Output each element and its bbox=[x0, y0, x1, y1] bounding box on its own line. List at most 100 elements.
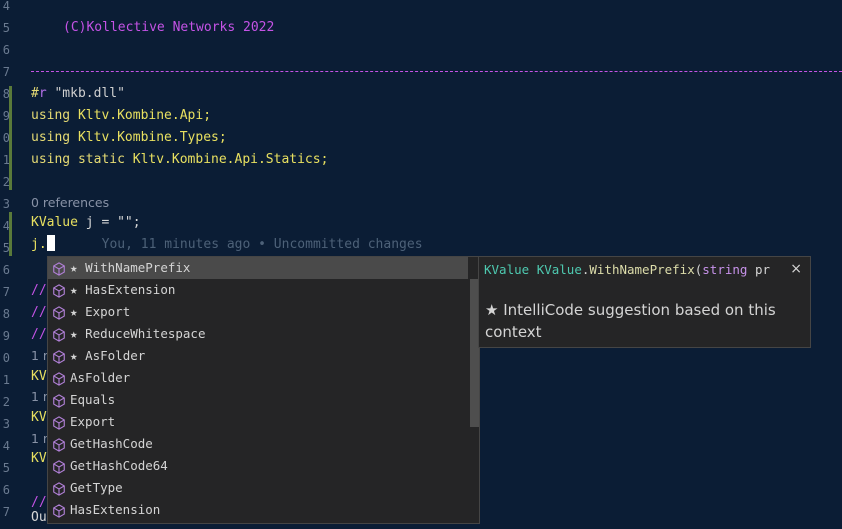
intellicode-star-icon: ★ bbox=[70, 348, 86, 363]
suggestion-item[interactable]: GetHashCode64 bbox=[48, 455, 468, 477]
suggestion-text: Export bbox=[85, 304, 131, 319]
suggestion-item[interactable]: Equals bbox=[48, 389, 468, 411]
method-cube-icon bbox=[52, 283, 66, 298]
suggestion-label: GetHashCode64 bbox=[70, 455, 168, 477]
current-line[interactable]: j. You, 11 minutes ago • Uncommitted cha… bbox=[31, 234, 423, 256]
suggestion-item[interactable]: GetType bbox=[48, 477, 468, 499]
suggestion-item[interactable]: ★ ReduceWhitespace bbox=[48, 323, 468, 345]
suggestion-text: GetHashCode bbox=[70, 436, 153, 451]
suggestion-text: GetType bbox=[70, 480, 123, 495]
suggestion-text: AsFolder bbox=[70, 370, 131, 385]
using-line-3[interactable]: using static Kltv.Kombine.Api.Statics; bbox=[31, 149, 328, 171]
line-number: 6 bbox=[2, 483, 10, 497]
method-signature: KValue KValue.WithNamePrefix(string pr bbox=[484, 262, 789, 277]
hidden-code-fragment: 1 r bbox=[31, 389, 49, 404]
line-number: 7 bbox=[2, 505, 10, 519]
codelens-references[interactable]: 0 references bbox=[31, 192, 109, 214]
copyright-comment: (C)Kollective Networks 2022 bbox=[63, 20, 275, 35]
suggestion-details: KValue KValue.WithNamePrefix(string pr ×… bbox=[478, 256, 811, 348]
suggestion-item[interactable]: GetHashCode bbox=[48, 433, 468, 455]
suggestion-text: Export bbox=[70, 414, 116, 429]
using-keyword: using bbox=[31, 130, 71, 145]
git-blame-annotation: You, 11 minutes ago • Uncommitted change… bbox=[101, 237, 423, 252]
line-number: 6 bbox=[2, 263, 10, 277]
suggestion-label: GetHashCode bbox=[70, 433, 153, 455]
intellicode-star-icon: ★ bbox=[70, 326, 86, 341]
suggestion-label: ★ HasExtension bbox=[70, 279, 175, 301]
suggestion-text: WithNamePrefix bbox=[85, 260, 191, 275]
line-number: 7 bbox=[2, 65, 10, 79]
line-number: 0 bbox=[2, 351, 10, 365]
sig-class: KValue bbox=[536, 262, 582, 277]
suggestion-list[interactable]: ★ WithNamePrefix ★ HasExtension ★ Export ★ … bbox=[47, 256, 480, 524]
sig-return-type: KValue bbox=[484, 262, 530, 277]
method-cube-icon bbox=[52, 261, 66, 276]
method-cube-icon bbox=[52, 459, 66, 474]
suggestion-label: HasExtension bbox=[70, 499, 160, 521]
sig-method: WithNamePrefix bbox=[589, 262, 695, 277]
namespace: Kltv.Kombine.Types; bbox=[77, 130, 227, 145]
suggestion-item[interactable]: AsFolder bbox=[48, 367, 468, 389]
current-line-text: j. bbox=[31, 237, 47, 252]
line-number: 3 bbox=[2, 417, 10, 431]
line-number: 5 bbox=[2, 21, 10, 35]
intellicode-star-icon: ★ bbox=[70, 282, 86, 297]
decl-rest: j = ""; bbox=[77, 215, 141, 230]
using-line-1[interactable]: using Kltv.Kombine.Api; bbox=[31, 105, 211, 127]
suggestion-text: HasExtension bbox=[70, 502, 161, 517]
suggestion-label: GetType bbox=[70, 477, 123, 499]
git-change-bar bbox=[9, 212, 12, 256]
suggestion-text: Equals bbox=[70, 392, 116, 407]
using-line-2[interactable]: using Kltv.Kombine.Types; bbox=[31, 127, 227, 149]
line-number: 9 bbox=[2, 329, 10, 343]
line-number: 4 bbox=[2, 0, 10, 13]
hidden-code-fragment: // bbox=[31, 305, 47, 320]
reference-directive[interactable]: #r "mkb.dll" bbox=[31, 83, 125, 105]
suggestion-label: ★ WithNamePrefix bbox=[70, 257, 190, 279]
suggestion-text: GetHashCode64 bbox=[70, 458, 168, 473]
intellicode-description: ★ IntelliCode suggestion based on this c… bbox=[485, 301, 776, 341]
line-number: 2 bbox=[2, 395, 10, 409]
git-change-bar bbox=[9, 86, 12, 190]
method-cube-icon bbox=[52, 305, 66, 320]
suggestion-text: ReduceWhitespace bbox=[85, 326, 206, 341]
method-cube-icon bbox=[52, 503, 66, 518]
hidden-code-fragment: // bbox=[31, 283, 47, 298]
suggestion-label: ★ ReduceWhitespace bbox=[70, 323, 205, 345]
decl-type: KValue bbox=[31, 215, 78, 230]
suggestion-text: AsFolder bbox=[85, 348, 146, 363]
sig-param-type: string bbox=[702, 262, 748, 277]
suggestion-label: AsFolder bbox=[70, 367, 130, 389]
method-cube-icon bbox=[52, 393, 66, 408]
using-static-keyword: using static bbox=[31, 152, 125, 167]
close-icon[interactable]: × bbox=[790, 261, 802, 277]
text-cursor bbox=[46, 235, 55, 251]
sig-param: pr bbox=[747, 262, 770, 277]
method-cube-icon bbox=[52, 327, 66, 342]
method-cube-icon bbox=[52, 437, 66, 452]
suggestion-item[interactable]: Export bbox=[48, 411, 468, 433]
hidden-code-fragment: 1 r bbox=[31, 431, 49, 446]
suggestion-text: HasExtension bbox=[85, 282, 176, 297]
hidden-code-fragment: 1 r bbox=[31, 348, 49, 363]
line-number: 5 bbox=[2, 461, 10, 475]
suggestion-item[interactable]: ★ HasExtension bbox=[48, 279, 468, 301]
suggestion-item[interactable]: ★ AsFolder bbox=[48, 345, 468, 367]
line-number: 4 bbox=[2, 439, 10, 453]
directive-string: "mkb.dll" bbox=[54, 86, 125, 101]
declaration-line[interactable]: KValue j = ""; bbox=[31, 212, 141, 234]
suggestion-item[interactable]: ★ WithNamePrefix bbox=[48, 257, 468, 279]
namespace: Kltv.Kombine.Api; bbox=[77, 108, 212, 123]
intellicode-star-icon: ★ bbox=[70, 304, 86, 319]
method-cube-icon bbox=[52, 349, 66, 364]
method-cube-icon bbox=[52, 415, 66, 430]
suggestion-label: Equals bbox=[70, 389, 115, 411]
hidden-code-fragment: KV bbox=[31, 369, 47, 384]
hidden-code-fragment: KV bbox=[31, 410, 47, 425]
directive-hash: # bbox=[31, 86, 39, 101]
line-number: 1 bbox=[2, 373, 10, 387]
suggestion-item[interactable]: HasExtension bbox=[48, 499, 468, 521]
directive-keyword: r bbox=[38, 86, 47, 101]
line-number: 6 bbox=[2, 43, 10, 57]
suggestion-item[interactable]: ★ Export bbox=[48, 301, 468, 323]
